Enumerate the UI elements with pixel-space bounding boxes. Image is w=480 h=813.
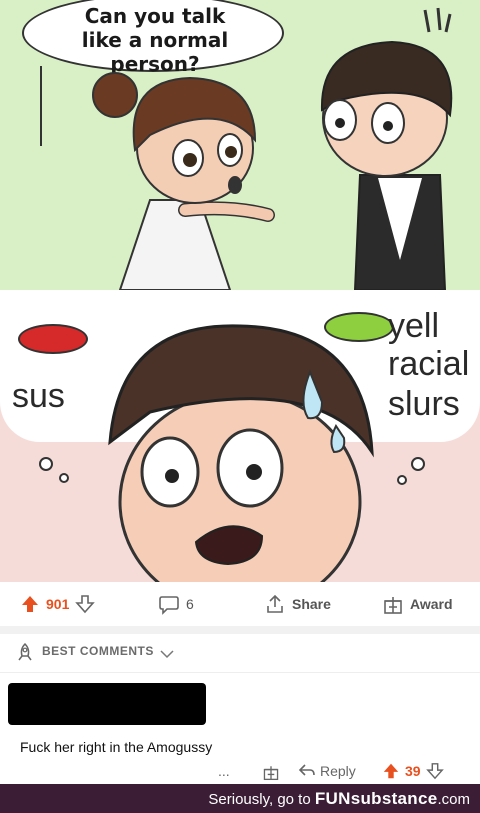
boy-character bbox=[320, 7, 453, 290]
girl-character bbox=[92, 72, 275, 290]
watermark-suffix: .com bbox=[437, 791, 470, 808]
comment-vote-count: 39 bbox=[405, 763, 421, 779]
watermark-footer: Seriously, go to FUNsubstance.com bbox=[0, 784, 480, 813]
gift-icon bbox=[384, 597, 402, 614]
watermark-brand: FUNsubstance bbox=[314, 789, 438, 808]
vote-group: 901 bbox=[20, 594, 96, 614]
upvote-icon[interactable] bbox=[20, 594, 40, 614]
chevron-down-icon bbox=[160, 650, 174, 659]
comments-button[interactable]: 6 bbox=[158, 593, 194, 615]
watermark-prefix: Seriously, go to bbox=[208, 791, 315, 808]
share-icon bbox=[267, 594, 283, 613]
post-action-bar: 901 6 Share Award bbox=[0, 582, 480, 624]
sweating-boy-illustration bbox=[39, 324, 425, 582]
comment-award-icon[interactable] bbox=[262, 763, 280, 781]
comment-item: Fuck her right in the Amogussy ... Reply… bbox=[0, 673, 480, 783]
comic-panel-top: Can you talk like a normal person? bbox=[0, 0, 480, 290]
reply-label: Reply bbox=[320, 763, 356, 779]
comment-upvote-icon[interactable] bbox=[382, 762, 400, 780]
share-button[interactable]: Share bbox=[264, 593, 331, 615]
comment-vote-group: 39 bbox=[382, 762, 444, 780]
comment-count: 6 bbox=[186, 596, 194, 612]
comic-panel-bottom: sus yell racial slurs bbox=[0, 292, 480, 582]
award-label: Award bbox=[410, 596, 453, 612]
share-label: Share bbox=[292, 596, 331, 612]
comment-bubble-icon bbox=[159, 596, 179, 615]
downvote-icon[interactable] bbox=[75, 594, 96, 614]
watermark-text: Seriously, go to FUNsubstance.com bbox=[208, 789, 470, 809]
more-options-icon[interactable]: ... bbox=[218, 763, 230, 779]
reply-button[interactable]: Reply bbox=[298, 763, 356, 779]
comic-characters-illustration bbox=[92, 7, 453, 290]
rocket-sort-icon bbox=[18, 642, 32, 661]
comment-action-bar: ... Reply 39 bbox=[0, 761, 480, 783]
upvote-count: 901 bbox=[46, 596, 70, 612]
redacted-username bbox=[8, 683, 206, 725]
comment-downvote-icon[interactable] bbox=[425, 762, 444, 780]
comment-sort-bar[interactable]: BEST COMMENTS bbox=[0, 634, 480, 673]
comment-text: Fuck her right in the Amogussy bbox=[20, 739, 213, 755]
section-divider bbox=[0, 626, 480, 634]
reply-arrow-icon bbox=[298, 764, 315, 776]
award-button[interactable]: Award bbox=[382, 593, 453, 615]
sort-label: BEST COMMENTS bbox=[42, 644, 154, 658]
